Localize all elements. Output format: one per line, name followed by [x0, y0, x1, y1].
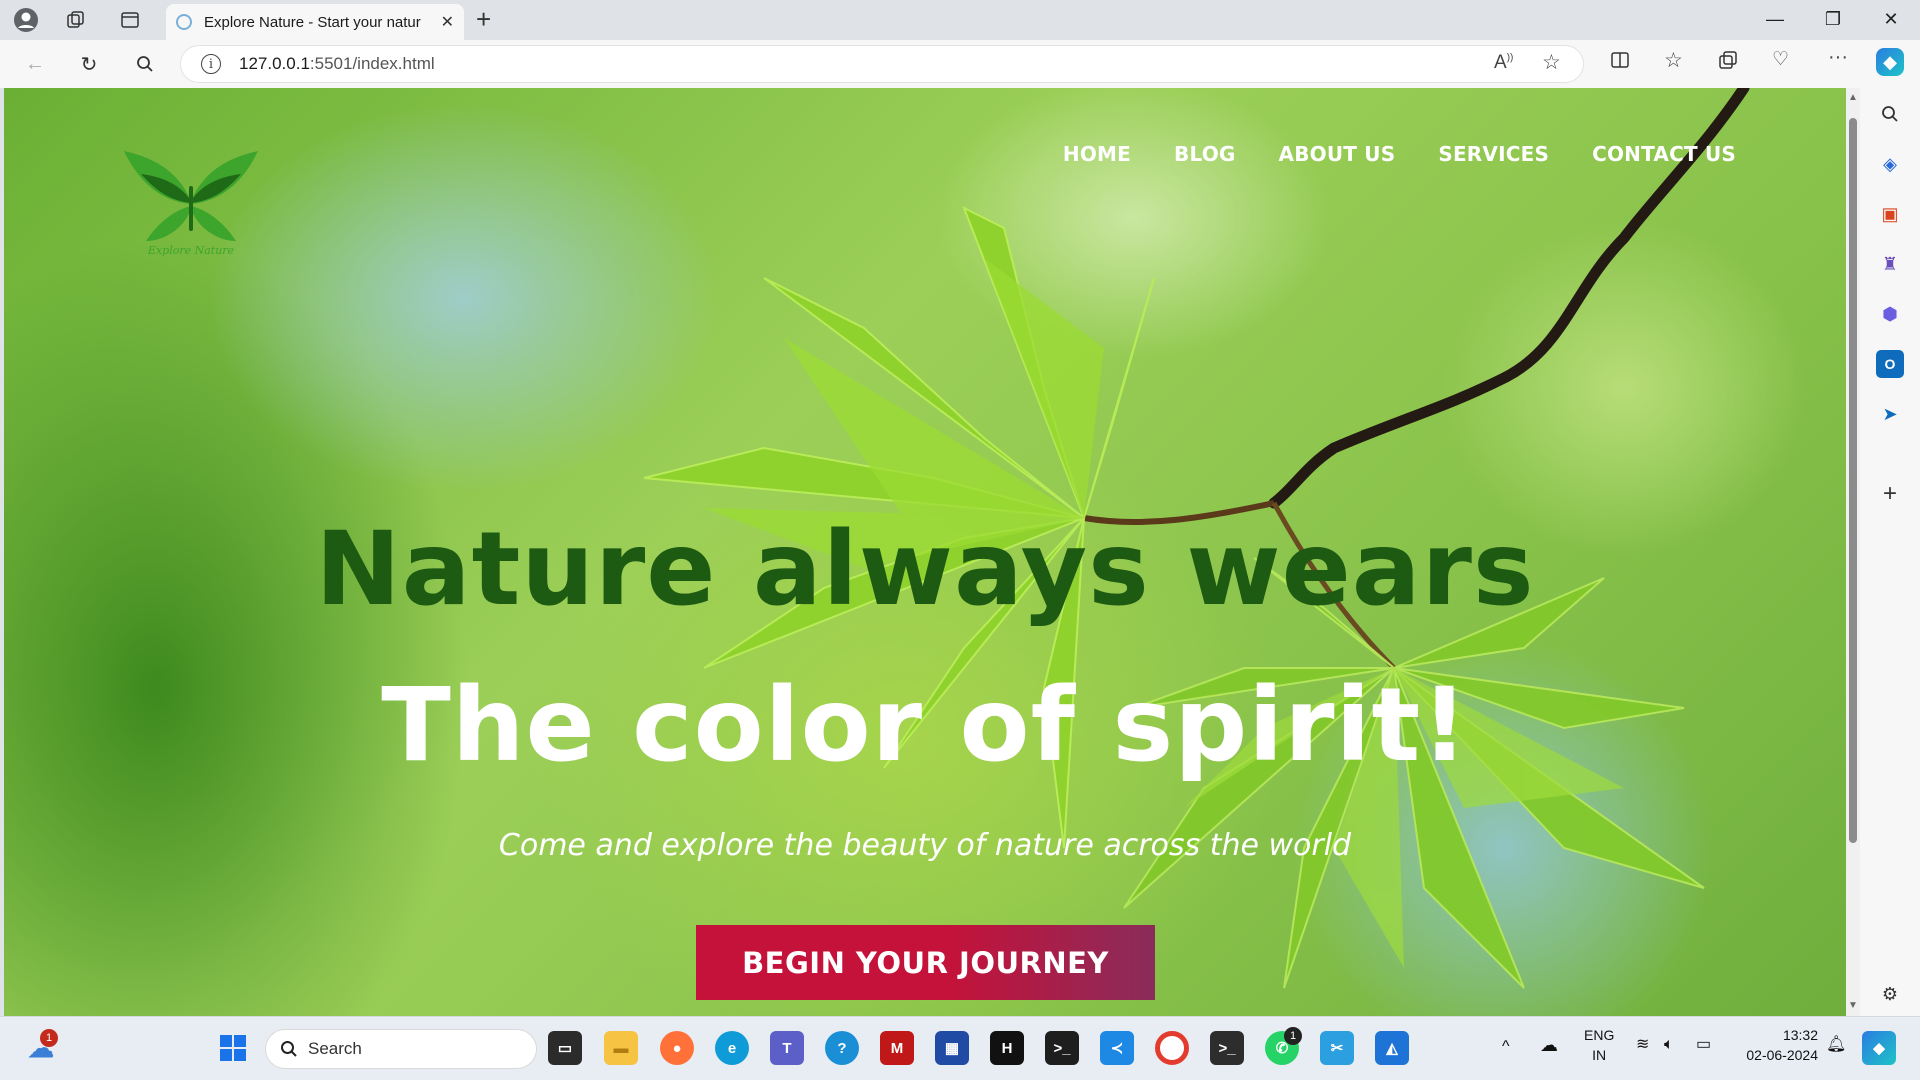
nav-blog-link[interactable]: BLOG [1174, 142, 1236, 166]
url-text: 127.0.0.1:5501/index.html [239, 54, 435, 73]
collections-icon[interactable] [1718, 50, 1738, 76]
tab-close-icon[interactable]: ✕ [441, 12, 454, 32]
browser-essentials-icon[interactable]: ♡ [1772, 48, 1789, 71]
whatsapp-badge: 1 [1284, 1027, 1302, 1045]
svg-text:Explore Nature: Explore Nature [147, 244, 235, 256]
battery-icon[interactable]: ▭ [1696, 1035, 1711, 1055]
task-view-icon[interactable]: ▭ [548, 1031, 582, 1065]
scroll-down-icon[interactable]: ▼ [1848, 1000, 1858, 1011]
tab-title: Explore Nature - Start your natur [204, 13, 421, 31]
hero-headline-primary: Nature always wears [315, 510, 1535, 629]
copilot-taskbar-icon[interactable]: ◆ [1862, 1031, 1896, 1065]
file-explorer-icon[interactable]: ▬ [604, 1031, 638, 1065]
favorite-star-icon[interactable]: ☆ [1542, 50, 1561, 75]
teams-icon[interactable]: T [770, 1031, 804, 1065]
vscode-icon[interactable]: ≺ [1100, 1031, 1134, 1065]
sidebar-settings-icon[interactable]: ⚙ [1876, 980, 1904, 1008]
language-indicator[interactable]: ENG IN [1584, 1025, 1614, 1065]
restore-icon[interactable]: ❐ [1808, 4, 1858, 34]
notification-bell-icon[interactable]: 🔔︎ [1826, 1035, 1846, 1055]
scrollbar-thumb[interactable] [1849, 118, 1857, 843]
split-screen-icon[interactable] [1610, 50, 1630, 76]
site-info-icon[interactable]: i [201, 54, 221, 74]
add-sidebar-app-icon[interactable]: + [1876, 480, 1904, 508]
scroll-up-icon[interactable]: ▲ [1848, 92, 1858, 103]
nav-home-link[interactable]: HOME [1063, 142, 1131, 166]
weather-badge: 1 [40, 1029, 58, 1047]
tab-favicon-icon [176, 14, 192, 30]
taskbar-search-icon [281, 1041, 297, 1057]
clock[interactable]: 13:32 02-06-2024 [1738, 1025, 1818, 1065]
taskbar-search[interactable]: Search [265, 1029, 537, 1069]
games-icon[interactable]: ♜ [1876, 250, 1904, 278]
new-tab-button[interactable]: + [476, 4, 491, 35]
hero-subheading: Come and explore the beauty of nature ac… [498, 828, 1352, 863]
webpage-hero: Explore Nature HOME BLOG ABOUT US SERVIC… [4, 88, 1846, 1016]
begin-journey-button[interactable]: BEGIN YOUR JOURNEY [696, 925, 1155, 1000]
sidebar-search-icon[interactable] [1876, 100, 1904, 128]
hero-headline-secondary: The color of spirit! [381, 666, 1469, 785]
browser-toolbar: ← ↻ i 127.0.0.1:5501/index.html A)) ☆ ☆ … [0, 40, 1920, 88]
more-options-icon[interactable]: ··· [1828, 46, 1848, 69]
close-window-icon[interactable]: ✕ [1866, 4, 1916, 34]
copilot-icon[interactable]: ◆ [1876, 48, 1904, 76]
firefox-icon[interactable]: ● [660, 1031, 694, 1065]
back-icon[interactable]: ← [18, 48, 52, 80]
microsoft365-icon[interactable]: ⬢ [1876, 300, 1904, 328]
browser-tab-strip: Explore Nature - Start your natur ✕ + — … [0, 0, 1920, 40]
address-bar[interactable]: i 127.0.0.1:5501/index.html [180, 45, 1584, 83]
main-navigation: HOME BLOG ABOUT US SERVICES CONTACT US [1063, 142, 1736, 166]
snipping-tool-icon[interactable]: ✂ [1320, 1031, 1354, 1065]
page-scrollbar[interactable]: ▲ ▼ [1846, 88, 1860, 1016]
nav-contact-link[interactable]: CONTACT US [1592, 142, 1736, 166]
read-aloud-icon[interactable]: A)) [1494, 52, 1513, 74]
photos-icon[interactable]: ◭ [1375, 1031, 1409, 1065]
hackerrank-icon[interactable]: H [990, 1031, 1024, 1065]
shopping-tag-icon[interactable]: ◈ [1876, 150, 1904, 178]
minimize-icon[interactable]: — [1750, 4, 1800, 34]
wifi-icon[interactable]: ≋ [1636, 1035, 1649, 1055]
nav-services-link[interactable]: SERVICES [1438, 142, 1549, 166]
terminal-icon[interactable]: >_ [1045, 1031, 1079, 1065]
refresh-icon[interactable]: ↻ [72, 48, 106, 80]
edge-icon[interactable]: e [715, 1031, 749, 1065]
search-page-icon[interactable] [128, 48, 162, 80]
outlook-icon[interactable]: O [1876, 350, 1904, 378]
vertical-tabs-icon[interactable] [114, 6, 146, 34]
nav-about-link[interactable]: ABOUT US [1279, 142, 1396, 166]
command-prompt-icon[interactable]: >_ [1210, 1031, 1244, 1065]
help-icon[interactable]: ? [825, 1031, 859, 1065]
active-tab[interactable]: Explore Nature - Start your natur ✕ [166, 4, 464, 40]
tools-icon[interactable]: ▣ [1876, 200, 1904, 228]
start-icon[interactable] [216, 1031, 250, 1065]
profile-icon[interactable] [10, 6, 42, 34]
onedrive-icon[interactable]: ☁ [1540, 1035, 1558, 1055]
taskbar-search-label: Search [308, 1039, 362, 1058]
site-logo[interactable]: Explore Nature [116, 146, 266, 257]
chrome-icon[interactable] [1155, 1031, 1189, 1065]
show-hidden-icons[interactable]: ^ [1502, 1037, 1510, 1057]
store-icon[interactable]: ▦ [935, 1031, 969, 1065]
edge-sidebar: ◆ ◈ ▣ ♜ ⬢ O ➤ + ⚙ [1860, 40, 1920, 1016]
volume-icon[interactable]: 🔈︎ [1664, 1035, 1674, 1055]
favorites-icon[interactable]: ☆ [1664, 48, 1683, 73]
workspaces-icon[interactable] [60, 6, 92, 34]
windows-taskbar: ☁ 1 Search ▭ ▬ ● e T ? M ▦ H >_ ≺ >_ ✆ 1… [0, 1016, 1920, 1080]
send-icon[interactable]: ➤ [1876, 400, 1904, 428]
mcafee-icon[interactable]: M [880, 1031, 914, 1065]
